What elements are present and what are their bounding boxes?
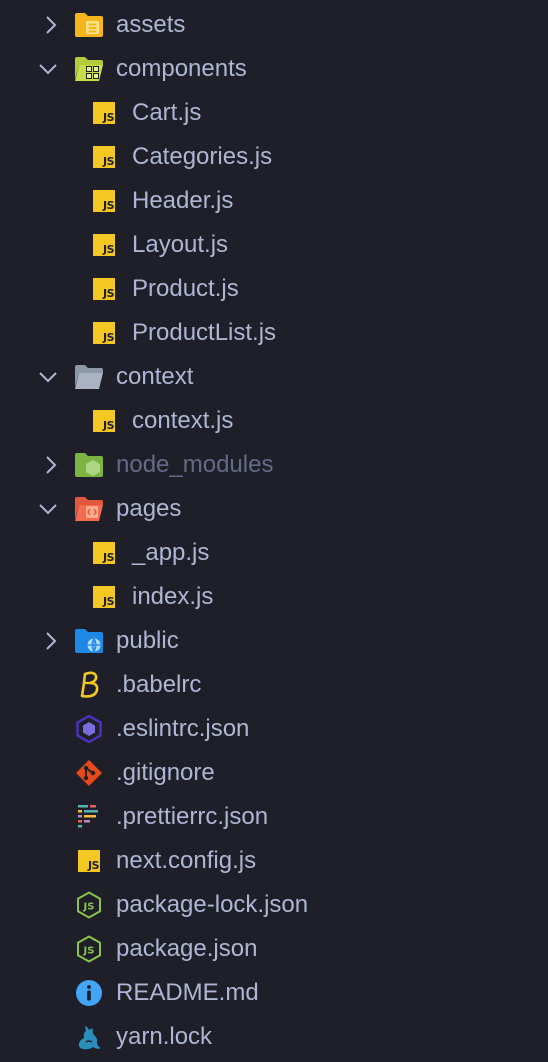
javascript-icon: JS bbox=[89, 406, 119, 436]
folder-public-icon bbox=[74, 626, 104, 656]
javascript-icon: JS bbox=[89, 186, 119, 216]
tree-item-label: Cart.js bbox=[132, 99, 202, 126]
tree-item-label: .babelrc bbox=[116, 671, 202, 698]
git-icon bbox=[74, 758, 104, 788]
tree-item-readme[interactable]: README.md bbox=[0, 971, 548, 1015]
yarn-icon bbox=[74, 1022, 104, 1052]
tree-item-package-lock-json[interactable]: JS package-lock.json bbox=[0, 883, 548, 927]
tree-item-label: context bbox=[116, 363, 194, 390]
folder-context-icon bbox=[74, 362, 104, 392]
tree-item-context-js[interactable]: JS context.js bbox=[0, 399, 548, 443]
tree-item-label: next.config.js bbox=[116, 847, 257, 874]
tree-item-header-js[interactable]: JS Header.js bbox=[0, 179, 548, 223]
tree-item-eslintrc[interactable]: .eslintrc.json bbox=[0, 707, 548, 751]
javascript-icon: JS bbox=[89, 318, 119, 348]
tree-item-label: public bbox=[116, 627, 179, 654]
nodejs-icon: JS bbox=[74, 934, 104, 964]
tree-item-yarn-lock[interactable]: yarn.lock bbox=[0, 1015, 548, 1059]
nodejs-icon: JS bbox=[74, 890, 104, 920]
tree-item-public[interactable]: public bbox=[0, 619, 548, 663]
tree-item-assets[interactable]: assets bbox=[0, 3, 548, 47]
tree-item-label: assets bbox=[116, 11, 186, 38]
tree-item-prettierrc[interactable]: .prettierrc.json bbox=[0, 795, 548, 839]
tree-item-label: _app.js bbox=[132, 539, 210, 566]
tree-item-next-config-js[interactable]: JS next.config.js bbox=[0, 839, 548, 883]
tree-item-label: package-lock.json bbox=[116, 891, 309, 918]
tree-item-label: Categories.js bbox=[132, 143, 273, 170]
tree-item-label: .eslintrc.json bbox=[116, 715, 250, 742]
svg-text:JS: JS bbox=[83, 946, 95, 957]
javascript-icon: JS bbox=[89, 142, 119, 172]
babel-icon bbox=[74, 670, 104, 700]
file-explorer-tree: assets components JS Cart.js JS Categori… bbox=[0, 0, 548, 1062]
chevron-right-icon[interactable] bbox=[41, 455, 61, 475]
tree-item-app-js[interactable]: JS _app.js bbox=[0, 531, 548, 575]
javascript-icon: JS bbox=[89, 274, 119, 304]
tree-item-label: context.js bbox=[132, 407, 234, 434]
folder-assets-icon bbox=[74, 10, 104, 40]
tree-item-label: index.js bbox=[132, 583, 214, 610]
tree-item-label: Header.js bbox=[132, 187, 234, 214]
tree-item-label: yarn.lock bbox=[116, 1023, 213, 1050]
tree-item-product-js[interactable]: JS Product.js bbox=[0, 267, 548, 311]
tree-item-package-json[interactable]: JS package.json bbox=[0, 927, 548, 971]
chevron-down-icon[interactable] bbox=[38, 367, 58, 387]
tree-item-label: components bbox=[116, 55, 247, 82]
tree-item-components[interactable]: components bbox=[0, 47, 548, 91]
javascript-icon: JS bbox=[74, 846, 104, 876]
tree-item-label: .prettierrc.json bbox=[116, 803, 269, 830]
folder-pages-icon bbox=[74, 494, 104, 524]
javascript-icon: JS bbox=[89, 582, 119, 612]
tree-item-label: .gitignore bbox=[116, 759, 215, 786]
tree-item-node-modules[interactable]: node_modules bbox=[0, 443, 548, 487]
tree-item-label: Layout.js bbox=[132, 231, 229, 258]
javascript-icon: JS bbox=[89, 538, 119, 568]
tree-item-label: ProductList.js bbox=[132, 319, 277, 346]
tree-item-label: pages bbox=[116, 495, 182, 522]
chevron-right-icon[interactable] bbox=[41, 631, 61, 651]
tree-item-label: node_modules bbox=[116, 451, 274, 478]
prettier-icon bbox=[74, 802, 104, 832]
tree-item-layout-js[interactable]: JS Layout.js bbox=[0, 223, 548, 267]
tree-item-gitignore[interactable]: .gitignore bbox=[0, 751, 548, 795]
tree-item-babelrc[interactable]: .babelrc bbox=[0, 663, 548, 707]
info-icon bbox=[74, 978, 104, 1008]
eslint-icon bbox=[74, 714, 104, 744]
javascript-icon: JS bbox=[89, 98, 119, 128]
tree-item-categories-js[interactable]: JS Categories.js bbox=[0, 135, 548, 179]
tree-item-index-js[interactable]: JS index.js bbox=[0, 575, 548, 619]
tree-item-pages[interactable]: pages bbox=[0, 487, 548, 531]
javascript-icon: JS bbox=[89, 230, 119, 260]
tree-item-cart-js[interactable]: JS Cart.js bbox=[0, 91, 548, 135]
tree-item-label: Product.js bbox=[132, 275, 239, 302]
tree-item-label: README.md bbox=[116, 979, 259, 1006]
chevron-down-icon[interactable] bbox=[38, 59, 58, 79]
tree-item-productlist-js[interactable]: JS ProductList.js bbox=[0, 311, 548, 355]
chevron-down-icon[interactable] bbox=[38, 499, 58, 519]
svg-text:JS: JS bbox=[83, 902, 95, 913]
chevron-right-icon[interactable] bbox=[41, 15, 61, 35]
folder-node-icon bbox=[74, 450, 104, 480]
tree-item-context-folder[interactable]: context bbox=[0, 355, 548, 399]
folder-components-icon bbox=[74, 54, 104, 84]
tree-item-label: package.json bbox=[116, 935, 258, 962]
